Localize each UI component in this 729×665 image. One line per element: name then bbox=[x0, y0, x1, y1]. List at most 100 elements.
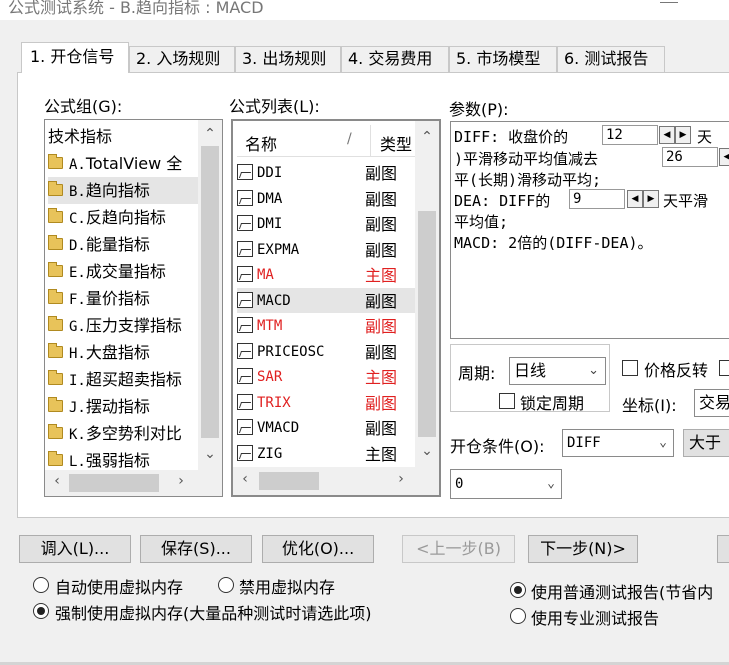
lock-period-label: 锁定周期 bbox=[520, 394, 585, 413]
column-name-header[interactable]: 名称 bbox=[245, 131, 277, 155]
tree-item-label: 大盘指标 bbox=[85, 343, 150, 362]
spin-right-icon[interactable]: ▶ bbox=[643, 190, 659, 208]
tree-item-code: A. bbox=[69, 157, 86, 173]
tree-item-code: J. bbox=[69, 400, 86, 416]
formula-list[interactable]: 名称 / 类型 DDI 副图 DMA 副图 DMI 副图 EXPMA 副图 MA 主图 MACD 副图… bbox=[231, 119, 441, 497]
optimize-button[interactable]: 优化(O)... bbox=[262, 535, 374, 563]
scroll-right-icon[interactable]: › bbox=[393, 471, 409, 487]
tree-item[interactable]: E.成交量指标 bbox=[48, 258, 198, 285]
condition-value-select[interactable]: 0 ⌄ bbox=[450, 469, 562, 499]
lock-period-checkbox[interactable] bbox=[499, 393, 515, 409]
tree-item[interactable]: F.量价指标 bbox=[48, 285, 198, 312]
pro-report-label: 使用专业测试报告 bbox=[531, 609, 660, 628]
tab-exit-rules[interactable]: 3. 出场规则 bbox=[235, 46, 341, 72]
coord-select[interactable]: 交易 bbox=[694, 389, 729, 417]
tree-item[interactable]: A.TotalView 全 bbox=[48, 150, 198, 177]
tree-item-code: K. bbox=[69, 427, 86, 443]
formula-icon bbox=[237, 444, 253, 461]
table-row[interactable]: DMI 副图 bbox=[237, 211, 415, 237]
table-row[interactable]: EXPMA 副图 bbox=[237, 237, 415, 263]
formula-group-label: 公式组(G): bbox=[44, 97, 123, 116]
table-row[interactable]: DMA 副图 bbox=[237, 186, 415, 212]
tab-open-signal[interactable]: 1. 开仓信号 bbox=[21, 42, 129, 73]
tree-item[interactable]: I.超买超卖指标 bbox=[48, 366, 198, 393]
table-row[interactable]: TRIX 副图 bbox=[237, 390, 415, 416]
condition-variable: DIFF bbox=[567, 435, 601, 451]
table-row[interactable]: MACD 副图 bbox=[237, 287, 415, 313]
condition-operator-select[interactable]: 大于 bbox=[683, 429, 729, 457]
scroll-left-icon[interactable]: ‹ bbox=[237, 471, 253, 487]
hscroll-thumb[interactable] bbox=[69, 474, 159, 492]
tree-item[interactable]: C.反趋向指标 bbox=[48, 204, 198, 231]
no-vm-radio[interactable] bbox=[218, 577, 234, 593]
spin-left-icon[interactable]: ◀ bbox=[719, 148, 729, 166]
prev-button[interactable]: <上一步(B) bbox=[402, 535, 515, 563]
table-row[interactable]: PRICEOSC 副图 bbox=[237, 339, 415, 365]
tab-test-report[interactable]: 6. 测试报告 bbox=[557, 46, 665, 72]
extra-checkbox[interactable] bbox=[719, 360, 729, 376]
chevron-down-icon: ⌄ bbox=[547, 476, 555, 491]
tree-item-label: 超买超卖指标 bbox=[85, 370, 182, 389]
tab-entry-rules[interactable]: 2. 入场规则 bbox=[129, 46, 235, 72]
tree-item[interactable]: G.压力支撑指标 bbox=[48, 312, 198, 339]
scroll-up-icon[interactable]: ⌃ bbox=[419, 129, 435, 145]
scroll-down-icon[interactable]: ⌄ bbox=[419, 443, 435, 459]
spin-right-icon[interactable]: ▶ bbox=[675, 126, 691, 144]
tree-item[interactable]: K.多空势利对比 bbox=[48, 420, 198, 447]
tab-trade-fees[interactable]: 4. 交易费用 bbox=[341, 46, 449, 72]
scroll-down-icon[interactable]: ⌄ bbox=[202, 446, 218, 462]
normal-report-radio[interactable] bbox=[510, 582, 526, 598]
formula-list-label: 公式列表(L): bbox=[229, 97, 320, 116]
scroll-right-icon[interactable]: › bbox=[173, 473, 189, 489]
chevron-down-icon: ⌄ bbox=[659, 435, 667, 450]
folder-icon bbox=[48, 289, 63, 304]
condition-variable-select[interactable]: DIFF ⌄ bbox=[562, 429, 674, 457]
tree-item-code: B. bbox=[69, 184, 86, 200]
period-select[interactable]: 日线 ⌄ bbox=[509, 357, 606, 385]
spin-left-icon[interactable]: ◀ bbox=[627, 190, 643, 208]
hscroll-thumb[interactable] bbox=[259, 472, 319, 490]
param-input-short[interactable]: 12 bbox=[602, 125, 658, 145]
scroll-up-icon[interactable]: ⌃ bbox=[202, 126, 218, 142]
auto-vm-radio[interactable] bbox=[33, 577, 49, 593]
column-type-header[interactable]: 类型 bbox=[380, 131, 412, 155]
formula-type: 主图 bbox=[365, 444, 398, 464]
table-row[interactable]: MA 主图 bbox=[237, 262, 415, 288]
tree-root[interactable]: 技术指标 bbox=[48, 123, 112, 150]
tree-item[interactable]: B.趋向指标 bbox=[48, 177, 198, 204]
group-hscrollbar[interactable]: ‹ › bbox=[45, 470, 222, 496]
list-hscrollbar[interactable]: ‹ › bbox=[233, 467, 439, 495]
tree-item[interactable]: J.摆动指标 bbox=[48, 393, 198, 420]
formula-name: DMI bbox=[257, 216, 283, 232]
scroll-thumb[interactable] bbox=[418, 211, 436, 437]
table-row[interactable]: DDI 副图 bbox=[237, 160, 415, 186]
formula-type: 主图 bbox=[365, 368, 398, 387]
offscreen-button[interactable] bbox=[717, 535, 729, 563]
pro-report-radio[interactable] bbox=[510, 608, 526, 624]
table-row[interactable]: MTM 副图 bbox=[237, 313, 415, 339]
folder-icon bbox=[48, 235, 63, 250]
list-vscrollbar[interactable]: ⌃ ⌄ bbox=[415, 121, 439, 467]
next-button[interactable]: 下一步(N)> bbox=[528, 535, 638, 563]
params-editor[interactable]: DIFF: 收盘价的 12 ◀ ▶ 天 )平滑移动平均值减去 26 ◀ 平(长期… bbox=[450, 121, 729, 339]
tree-item[interactable]: H.大盘指标 bbox=[48, 339, 198, 366]
price-reverse-checkbox[interactable] bbox=[622, 360, 638, 376]
param-input-mid[interactable]: 9 bbox=[569, 189, 625, 209]
param-input-long[interactable]: 26 bbox=[662, 147, 718, 167]
force-vm-radio[interactable] bbox=[33, 603, 49, 619]
table-row[interactable]: ZIG 主图 bbox=[237, 441, 415, 467]
sort-indicator-icon: / bbox=[347, 131, 352, 147]
table-row[interactable]: VMACD 副图 bbox=[237, 415, 415, 441]
scroll-left-icon[interactable]: ‹ bbox=[49, 473, 65, 489]
spin-left-icon[interactable]: ◀ bbox=[659, 126, 675, 144]
scroll-thumb[interactable] bbox=[201, 146, 219, 438]
formula-group-tree[interactable]: 技术指标 A.TotalView 全 B.趋向指标 C.反趋向指标 D.能量指标 E.成… bbox=[44, 119, 223, 497]
save-button[interactable]: 保存(S)... bbox=[140, 535, 252, 563]
minimize-icon[interactable] bbox=[660, 2, 678, 3]
condition-value: 0 bbox=[455, 476, 464, 492]
load-button[interactable]: 调入(L)... bbox=[19, 535, 131, 563]
table-row[interactable]: SAR 主图 bbox=[237, 364, 415, 390]
tab-market-model[interactable]: 5. 市场模型 bbox=[449, 46, 557, 72]
group-vscrollbar[interactable]: ⌃ ⌄ bbox=[198, 120, 222, 470]
tree-item[interactable]: D.能量指标 bbox=[48, 231, 198, 258]
